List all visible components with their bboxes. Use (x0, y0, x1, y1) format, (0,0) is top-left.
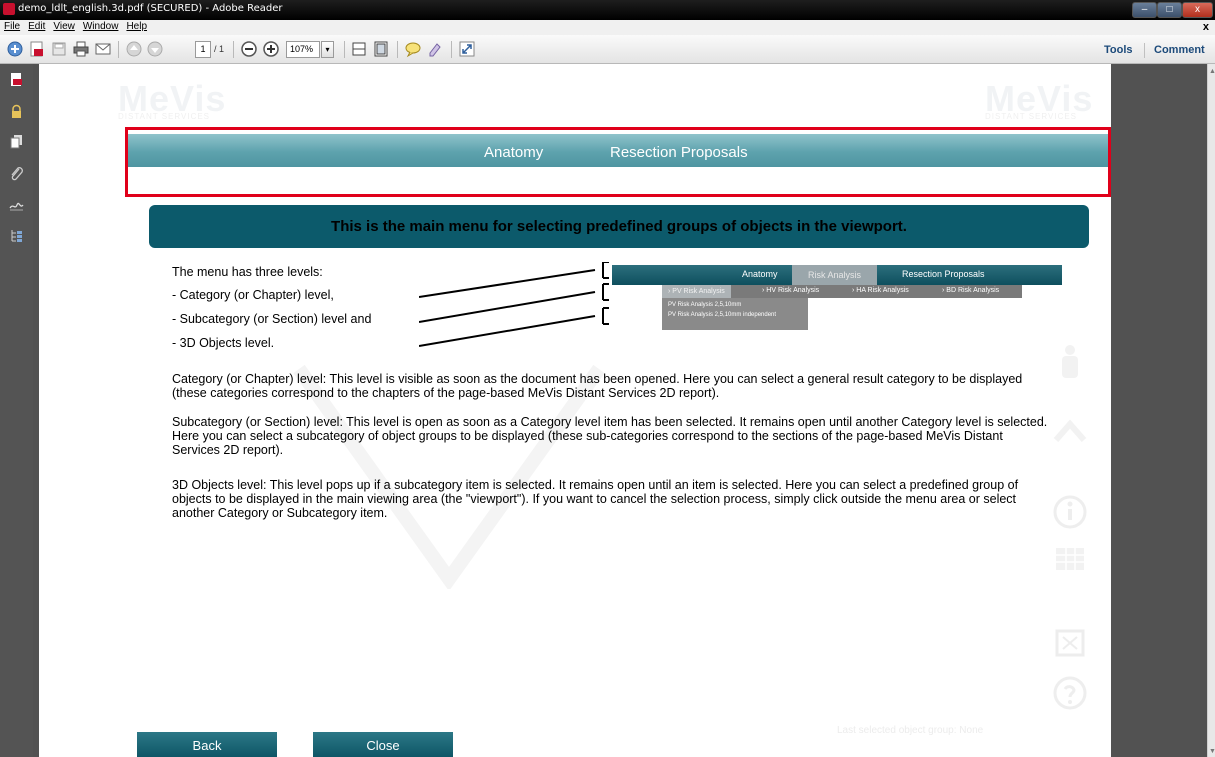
close-document-button[interactable]: x (1203, 21, 1209, 33)
help-icon (1053, 676, 1087, 710)
mevis-tagline-left: DISTANT SERVICES (118, 112, 211, 121)
level-connector-lines (419, 262, 609, 347)
toolbar-separator (1144, 43, 1145, 58)
level-3d-objects-text: - 3D Objects level. (172, 336, 275, 350)
model-tree-icon[interactable] (9, 228, 24, 243)
adobe-reader-icon (3, 3, 15, 15)
comment-icon[interactable] (404, 40, 422, 58)
person-standing-icon (1062, 345, 1078, 378)
fit-width-icon[interactable] (350, 40, 368, 58)
title-bar: demo_ldlt_english.3d.pdf (SECURED) - Ado… (0, 0, 1215, 20)
attachments-paperclip-icon[interactable] (9, 166, 24, 181)
save-icon[interactable] (50, 40, 68, 58)
preview-subcategory-item-active: › PV Risk Analysis (662, 285, 731, 298)
vertical-scrollbar[interactable]: ▲ ▼ (1207, 64, 1215, 757)
menu-view[interactable]: View (49, 20, 79, 32)
objects-level-description: 3D Objects level: This level pops up if … (172, 478, 1019, 520)
back-button[interactable]: Back (137, 732, 277, 757)
level-category-text: - Category (or Chapter) level, (172, 288, 334, 302)
preview-category-item: Anatomy (742, 269, 778, 279)
expand-icon[interactable] (458, 40, 476, 58)
signatures-icon[interactable] (9, 197, 24, 212)
edit-pdf-icon[interactable] (28, 40, 46, 58)
levels-intro-text: The menu has three levels: (172, 265, 323, 279)
toolbar-separator (397, 41, 398, 58)
navigation-pane (0, 64, 33, 757)
zoom-dropdown-icon[interactable]: ▾ (321, 41, 334, 58)
pdf-page[interactable]: MeVis DISTANT SERVICES MeVis DISTANT SER… (39, 64, 1111, 757)
security-lock-icon[interactable] (9, 104, 24, 119)
tools-pane-button[interactable]: Tools (1104, 44, 1133, 56)
mevis-tagline-right: DISTANT SERVICES (985, 112, 1078, 121)
scroll-down-arrow-icon[interactable]: ▼ (1209, 748, 1215, 755)
email-icon[interactable] (94, 40, 112, 58)
menu-edit[interactable]: Edit (24, 20, 49, 32)
comment-pane-button[interactable]: Comment (1154, 44, 1205, 56)
preview-subcategory-item: › HA Risk Analysis (852, 287, 909, 294)
toolbar-separator (451, 41, 452, 58)
category-level-description: Category (or Chapter) level: This level … (172, 372, 1023, 400)
preview-subcategory-item: › HV Risk Analysis (762, 287, 820, 294)
page-number-input[interactable]: 1 (195, 41, 211, 58)
menu-help[interactable]: Help (122, 20, 151, 32)
preview-object-item: PV Risk Analysis 2,5,10mm independent (668, 312, 777, 318)
level-subcategory-text: - Subcategory (or Section) level and (172, 312, 372, 326)
pdf-file-icon[interactable] (9, 72, 24, 87)
last-selected-status: Last selected object group: None (837, 725, 984, 736)
toolbar-separator (233, 41, 234, 58)
toolbar: 1 / 1 107% ▾ Tools Comment (0, 35, 1215, 64)
maximize-button[interactable]: □ (1157, 2, 1182, 18)
close-window-button[interactable]: x (1182, 2, 1213, 18)
page-thumbnails-icon[interactable] (9, 134, 24, 149)
info-icon (1053, 495, 1087, 529)
fit-page-icon[interactable] (372, 40, 390, 58)
table-view-icon (1056, 548, 1084, 570)
window-title: demo_ldlt_english.3d.pdf (SECURED) - Ado… (18, 3, 283, 14)
info-banner: This is the main menu for selecting pred… (149, 205, 1089, 248)
toolbar-separator (344, 41, 345, 58)
fullscreen-icon (1055, 629, 1085, 657)
preview-subcategory-item: › BD Risk Analysis (942, 287, 1000, 294)
create-pdf-icon[interactable] (6, 40, 24, 58)
zoom-level-input[interactable]: 107% (286, 41, 320, 58)
preview-category-item: Resection Proposals (902, 269, 985, 279)
preview-objects-list: PV Risk Analysis 2,5,10mm PV Risk Analys… (662, 298, 808, 330)
highlight-icon[interactable] (426, 40, 444, 58)
zoom-in-icon[interactable] (262, 40, 280, 58)
print-icon[interactable] (72, 40, 90, 58)
preview-object-item: PV Risk Analysis 2,5,10mm (668, 302, 742, 308)
preview-category-item-active: Risk Analysis (792, 265, 878, 285)
close-button[interactable]: Close (313, 732, 453, 757)
scroll-up-arrow-icon[interactable]: ▲ (1209, 68, 1215, 75)
person-lying-icon (1053, 419, 1087, 442)
subcategory-level-description: Subcategory (or Section) level: This lev… (172, 415, 1048, 457)
menu-preview-image: Anatomy Risk Analysis Resection Proposal… (612, 265, 1062, 331)
preview-category-bar: Anatomy Risk Analysis Resection Proposal… (612, 265, 1062, 285)
minimize-button[interactable]: – (1132, 2, 1157, 18)
menu-bar: File Edit View Window Help x (0, 20, 1215, 35)
document-viewport[interactable]: MeVis DISTANT SERVICES MeVis DISTANT SER… (33, 64, 1207, 757)
previous-page-icon[interactable] (125, 40, 143, 58)
toolbar-separator (118, 41, 119, 58)
page-count: / 1 (214, 44, 225, 54)
menu-file[interactable]: File (0, 20, 24, 32)
menu-window[interactable]: Window (79, 20, 123, 32)
preview-subcategory-bar: › PV Risk Analysis › HV Risk Analysis › … (662, 285, 1022, 298)
zoom-out-icon[interactable] (240, 40, 258, 58)
menu-highlight-box (125, 127, 1111, 197)
next-page-icon[interactable] (146, 40, 164, 58)
